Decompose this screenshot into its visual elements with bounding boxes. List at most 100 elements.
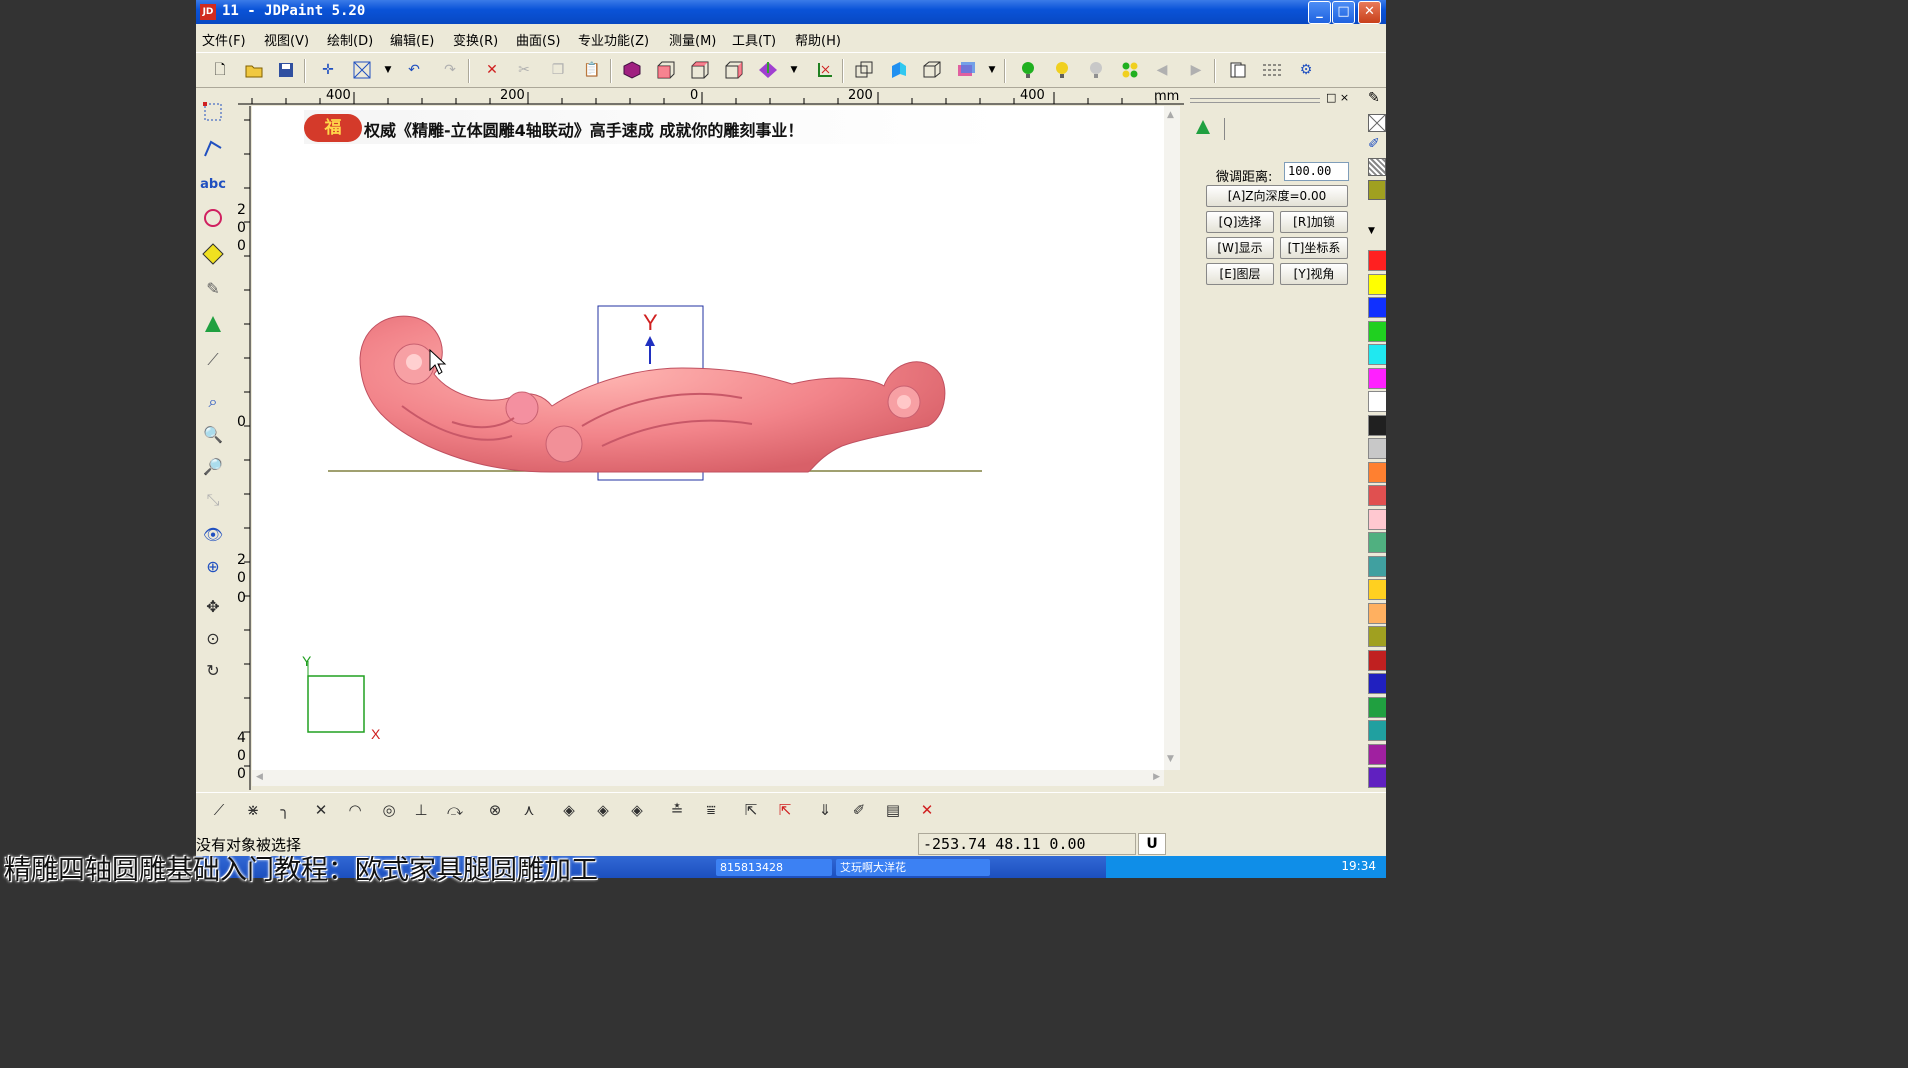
pick-tool-icon[interactable]: ⇱ bbox=[740, 799, 762, 821]
color-swatch[interactable] bbox=[1368, 743, 1386, 765]
scroll-right-icon[interactable]: ▶ bbox=[1153, 772, 1160, 782]
prev-icon[interactable]: ◀ bbox=[1152, 60, 1172, 80]
color-swatch[interactable] bbox=[1368, 626, 1386, 647]
color-swatch[interactable] bbox=[1368, 250, 1386, 271]
view-top-icon[interactable] bbox=[690, 60, 710, 80]
knife-tool-icon[interactable]: ⟋ bbox=[202, 348, 224, 372]
arc-tool-icon[interactable]: ◠ bbox=[344, 799, 366, 821]
eyedropper-icon[interactable]: ✐ bbox=[1368, 136, 1380, 152]
pan-icon[interactable]: ✥ bbox=[202, 594, 224, 618]
menu-professional[interactable]: 专业功能(Z) bbox=[578, 30, 649, 49]
menu-draw[interactable]: 绘制(D) bbox=[327, 30, 373, 49]
angle-snap-icon[interactable]: ⋏ bbox=[518, 799, 540, 821]
display-button[interactable]: [W]显示 bbox=[1206, 237, 1274, 259]
carved-leg-model[interactable] bbox=[359, 315, 946, 473]
perpendicular-icon[interactable]: ⊥ bbox=[410, 799, 432, 821]
save-icon[interactable] bbox=[276, 60, 296, 80]
drop-tool-icon[interactable]: ⇓ bbox=[814, 799, 836, 821]
zoom-in-icon[interactable]: 🔎 bbox=[202, 454, 224, 478]
mode-indicator[interactable]: U bbox=[1138, 833, 1166, 855]
menu-measure[interactable]: 测量(M) bbox=[669, 30, 716, 49]
no-color-icon[interactable] bbox=[1368, 114, 1386, 132]
taskbar-item[interactable]: 艾玩啊大洋花 bbox=[836, 859, 990, 876]
dropdown-icon[interactable]: ▼ bbox=[378, 60, 398, 80]
light-off-icon[interactable] bbox=[1086, 60, 1106, 80]
color-swatch[interactable] bbox=[1368, 602, 1386, 624]
color-swatch[interactable] bbox=[1368, 767, 1386, 788]
sculpt-tool-icon[interactable] bbox=[202, 312, 224, 336]
pen-tool-icon[interactable]: ✎ bbox=[202, 276, 224, 300]
dropdown-icon[interactable]: ▼ bbox=[982, 60, 1002, 80]
wireframe-icon[interactable] bbox=[922, 60, 942, 80]
crosshair-icon[interactable]: ✛ bbox=[318, 60, 338, 80]
color-swatch[interactable] bbox=[1368, 297, 1386, 318]
vertical-scrollbar[interactable]: ▲ ▼ bbox=[1164, 106, 1180, 770]
circle-point-icon[interactable]: ◎ bbox=[378, 799, 400, 821]
zoom-all-icon[interactable]: ⊕ bbox=[202, 554, 224, 578]
quad-snap-icon[interactable]: ◈ bbox=[626, 799, 648, 821]
intersect-icon[interactable]: ✕ bbox=[310, 799, 332, 821]
rotate-view-icon[interactable]: ↻ bbox=[202, 658, 224, 682]
light-group-icon[interactable] bbox=[1120, 60, 1140, 80]
panel-controls[interactable]: □ × bbox=[1326, 91, 1349, 104]
view-box-icon[interactable] bbox=[854, 60, 874, 80]
color-swatch[interactable] bbox=[1368, 555, 1386, 577]
color-swatch[interactable] bbox=[1368, 508, 1386, 530]
zoom-window-icon[interactable]: ⌕ bbox=[202, 390, 224, 414]
color-swatch[interactable] bbox=[1368, 532, 1386, 553]
line-tool-icon[interactable]: ⟋ bbox=[208, 799, 230, 821]
color-swatch[interactable] bbox=[1368, 649, 1386, 671]
open-icon[interactable] bbox=[244, 60, 264, 80]
stack-snap-icon[interactable]: ⩸ bbox=[700, 799, 722, 821]
color-swatch[interactable] bbox=[1368, 579, 1386, 600]
color-swatch[interactable] bbox=[1368, 485, 1386, 506]
delete-icon[interactable]: ✕ bbox=[482, 60, 502, 80]
zoom-realtime-icon[interactable]: ⊙ bbox=[202, 626, 224, 650]
multi-line-icon[interactable]: ⋇ bbox=[242, 799, 264, 821]
distance-input[interactable]: 100.00 bbox=[1284, 162, 1349, 181]
coord-system-button[interactable]: [T]坐标系 bbox=[1280, 237, 1348, 259]
text-tool-icon[interactable]: abc bbox=[200, 172, 226, 196]
zoom-out-icon[interactable]: 🔍 bbox=[202, 422, 224, 446]
light-green-icon[interactable] bbox=[1018, 60, 1038, 80]
eye-view-icon[interactable]: 👁 bbox=[202, 522, 224, 546]
layer-button[interactable]: [E]图层 bbox=[1206, 263, 1274, 285]
center-snap-icon[interactable]: ⊗ bbox=[484, 799, 506, 821]
select-button[interactable]: [Q]选择 bbox=[1206, 211, 1274, 233]
settings-icon[interactable]: ⚙ bbox=[1296, 60, 1316, 80]
undo-icon[interactable]: ↶ bbox=[404, 60, 424, 80]
view-iso-icon[interactable] bbox=[758, 60, 778, 80]
color-swatch[interactable] bbox=[1368, 414, 1386, 436]
horizontal-scrollbar[interactable]: ◀ ▶ bbox=[252, 770, 1164, 786]
layers-icon[interactable] bbox=[1228, 60, 1248, 80]
drawing-canvas[interactable]: 福 权威《精雕-立体圆雕4轴联动》高手速成 成就你的雕刻事业！ Y Y X bbox=[252, 106, 1164, 770]
edit-node-icon[interactable]: ✐ bbox=[848, 799, 870, 821]
menu-help[interactable]: 帮助(H) bbox=[795, 30, 841, 49]
color-swatch[interactable] bbox=[1368, 696, 1386, 718]
copy-icon[interactable]: ❐ bbox=[548, 60, 568, 80]
panel-tab-icon[interactable] bbox=[1194, 118, 1212, 140]
color-swatch[interactable] bbox=[1368, 673, 1386, 694]
next-icon[interactable]: ▶ bbox=[1186, 60, 1206, 80]
cancel-icon[interactable]: ✕ bbox=[916, 799, 938, 821]
fillet-icon[interactable]: ╮ bbox=[274, 799, 296, 821]
layer-snap-icon[interactable]: ≛ bbox=[666, 799, 688, 821]
cut-icon[interactable]: ✂ bbox=[514, 60, 534, 80]
color-swatch[interactable] bbox=[1368, 273, 1386, 295]
polyline-icon[interactable] bbox=[202, 136, 224, 160]
view-angle-button[interactable]: [Y]视角 bbox=[1280, 263, 1348, 285]
menu-surface[interactable]: 曲面(S) bbox=[516, 30, 560, 49]
close-button[interactable]: ✕ bbox=[1358, 1, 1381, 24]
scroll-down-icon[interactable]: ▼ bbox=[1167, 754, 1174, 764]
menu-view[interactable]: 视图(V) bbox=[264, 30, 309, 49]
view-front-icon[interactable] bbox=[656, 60, 676, 80]
circle-tool-icon[interactable] bbox=[202, 206, 224, 230]
zoom-previous-icon[interactable]: ⤡ bbox=[202, 488, 224, 512]
axis-icon[interactable] bbox=[814, 60, 834, 80]
scroll-left-icon[interactable]: ◀ bbox=[256, 772, 263, 782]
diamond-tool-icon[interactable] bbox=[202, 242, 224, 266]
current-color-swatch[interactable] bbox=[1368, 180, 1386, 200]
color-swatch[interactable] bbox=[1368, 391, 1386, 412]
maximize-button[interactable]: □ bbox=[1332, 1, 1355, 24]
menu-edit[interactable]: 编辑(E) bbox=[390, 30, 434, 49]
